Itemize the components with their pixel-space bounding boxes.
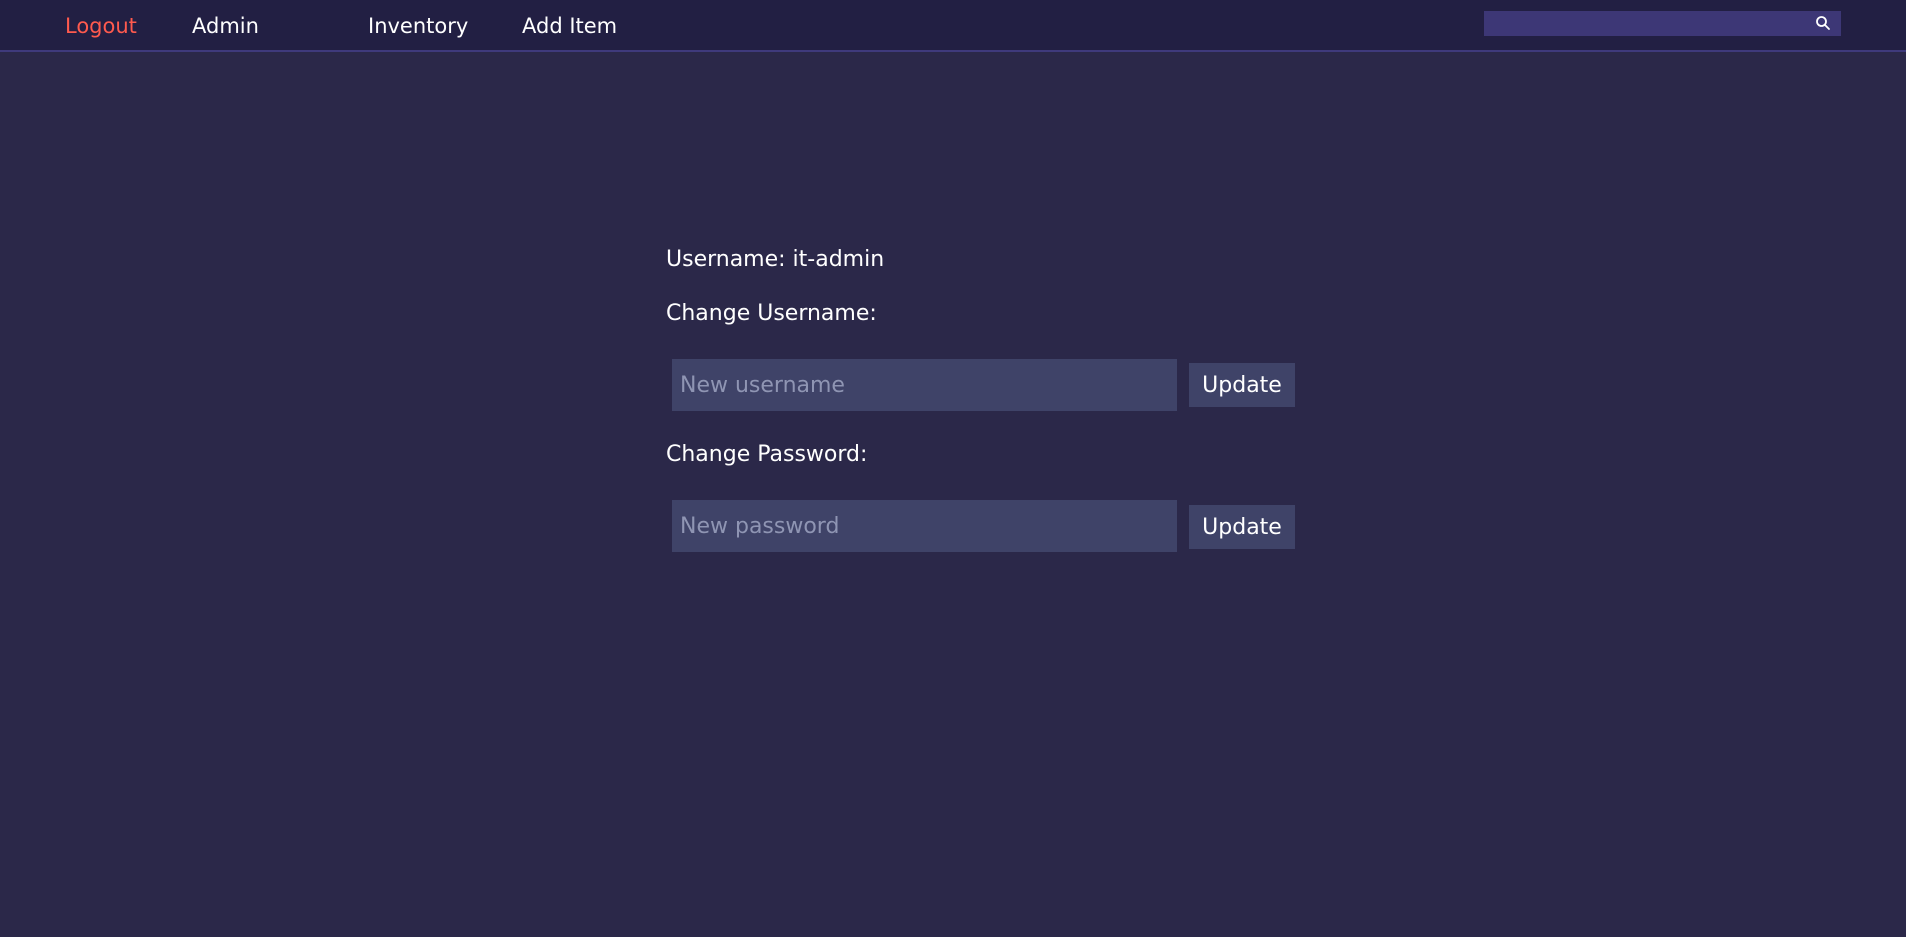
- nav-logout-link[interactable]: Logout: [65, 13, 137, 39]
- nav-inventory-link[interactable]: Inventory: [368, 13, 468, 39]
- update-password-button[interactable]: Update: [1189, 505, 1295, 549]
- search-input[interactable]: [1484, 11, 1804, 36]
- new-password-input[interactable]: [672, 500, 1177, 552]
- nav-admin-link[interactable]: Admin: [192, 13, 259, 39]
- change-password-heading: Change Password:: [666, 442, 868, 467]
- search-box: [1484, 11, 1841, 36]
- update-username-button[interactable]: Update: [1189, 363, 1295, 407]
- current-username-label: Username: it-admin: [666, 247, 885, 272]
- top-navbar: Logout Admin Inventory Add Item: [0, 0, 1906, 52]
- search-icon[interactable]: [1815, 15, 1831, 31]
- new-username-input[interactable]: [672, 359, 1177, 411]
- change-username-heading: Change Username:: [666, 301, 877, 326]
- nav-add-item-link[interactable]: Add Item: [522, 13, 617, 39]
